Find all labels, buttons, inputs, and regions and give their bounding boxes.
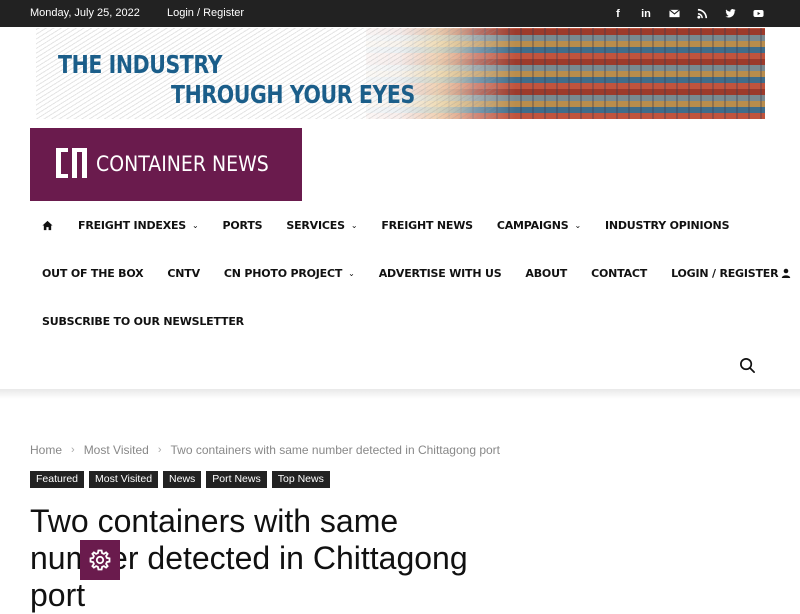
- header-banner[interactable]: THE INDUSTRY THROUGH YOUR EYES: [36, 28, 765, 119]
- nav-row-3: SUBSCRIBE TO OUR NEWSLETTER: [30, 297, 770, 345]
- tag-top-news[interactable]: Top News: [271, 471, 330, 488]
- header-divider: [0, 389, 800, 399]
- user-icon: [781, 268, 791, 278]
- nav-contact[interactable]: CONTACT: [579, 267, 659, 280]
- nav-cntv[interactable]: CNTV: [155, 267, 212, 280]
- twitter-icon[interactable]: [716, 4, 744, 23]
- nav-campaigns[interactable]: CAMPAIGNS ⌄: [485, 219, 593, 232]
- mail-icon[interactable]: [660, 4, 688, 23]
- youtube-icon[interactable]: [744, 4, 772, 23]
- banner-headline-line2: THROUGH YOUR EYES: [171, 80, 415, 109]
- logo-mark-icon: [56, 144, 90, 182]
- chevron-down-icon: ⌄: [348, 268, 355, 278]
- top-login-link[interactable]: Login / Register: [167, 7, 244, 19]
- logo-text: CONTAINER NEWS: [96, 152, 269, 176]
- gear-icon: [89, 549, 111, 571]
- category-tags: Featured Most Visited News Port News Top…: [30, 471, 330, 488]
- breadcrumb-home[interactable]: Home: [30, 443, 62, 457]
- nav-about[interactable]: ABOUT: [513, 267, 579, 280]
- chevron-down-icon: ⌄: [192, 220, 199, 230]
- search-icon: [739, 357, 755, 373]
- nav-subscribe-newsletter[interactable]: SUBSCRIBE TO OUR NEWSLETTER: [30, 315, 256, 328]
- nav-freight-indexes[interactable]: FREIGHT INDEXES ⌄: [66, 219, 211, 232]
- breadcrumb-current: Two containers with same number detected…: [170, 443, 501, 457]
- nav-ports[interactable]: PORTS: [211, 219, 275, 232]
- nav-row-1: FREIGHT INDEXES ⌄ PORTS SERVICES ⌄ FREIGHT…: [30, 201, 770, 249]
- linkedin-icon[interactable]: in: [632, 4, 660, 23]
- tag-port-news[interactable]: Port News: [206, 471, 267, 488]
- nav-services[interactable]: SERVICES ⌄: [274, 219, 369, 232]
- nav-login-register[interactable]: LOGIN / REGISTER: [659, 267, 800, 280]
- nav-out-of-the-box[interactable]: OUT OF THE BOX: [30, 267, 155, 280]
- current-date: Monday, July 25, 2022: [30, 7, 140, 19]
- tag-most-visited[interactable]: Most Visited: [89, 471, 159, 488]
- nav-industry-opinions[interactable]: INDUSTRY OPINIONS: [593, 219, 741, 232]
- home-icon[interactable]: [30, 220, 66, 231]
- breadcrumb: Home › Most Visited › Two containers wit…: [30, 443, 500, 457]
- main-navigation: FREIGHT INDEXES ⌄ PORTS SERVICES ⌄ FREIGHT…: [30, 201, 791, 345]
- nav-freight-news[interactable]: FREIGHT NEWS: [369, 219, 485, 232]
- nav-advertise-with-us[interactable]: ADVERTISE WITH US: [367, 267, 514, 280]
- nav-row-2: OUT OF THE BOX CNTV CN PHOTO PROJECT ⌄ AD…: [30, 249, 791, 297]
- facebook-icon[interactable]: f: [604, 4, 632, 23]
- top-bar: Monday, July 25, 2022 Login / Register f…: [0, 0, 800, 27]
- tag-featured[interactable]: Featured: [30, 471, 85, 488]
- settings-button[interactable]: [80, 540, 120, 580]
- site-logo[interactable]: CONTAINER NEWS: [30, 128, 302, 201]
- social-links: f in: [604, 4, 772, 23]
- nav-cn-photo-project[interactable]: CN PHOTO PROJECT ⌄: [212, 267, 367, 280]
- chevron-down-icon: ⌄: [574, 220, 581, 230]
- chevron-down-icon: ⌄: [350, 220, 358, 230]
- chevron-right-icon: ›: [71, 444, 75, 456]
- rss-icon[interactable]: [688, 4, 716, 23]
- banner-headline-line1: THE INDUSTRY: [58, 50, 223, 79]
- search-button[interactable]: [735, 353, 759, 377]
- tag-news[interactable]: News: [163, 471, 202, 488]
- chevron-right-icon: ›: [157, 444, 162, 456]
- breadcrumb-section[interactable]: Most Visited: [84, 443, 149, 457]
